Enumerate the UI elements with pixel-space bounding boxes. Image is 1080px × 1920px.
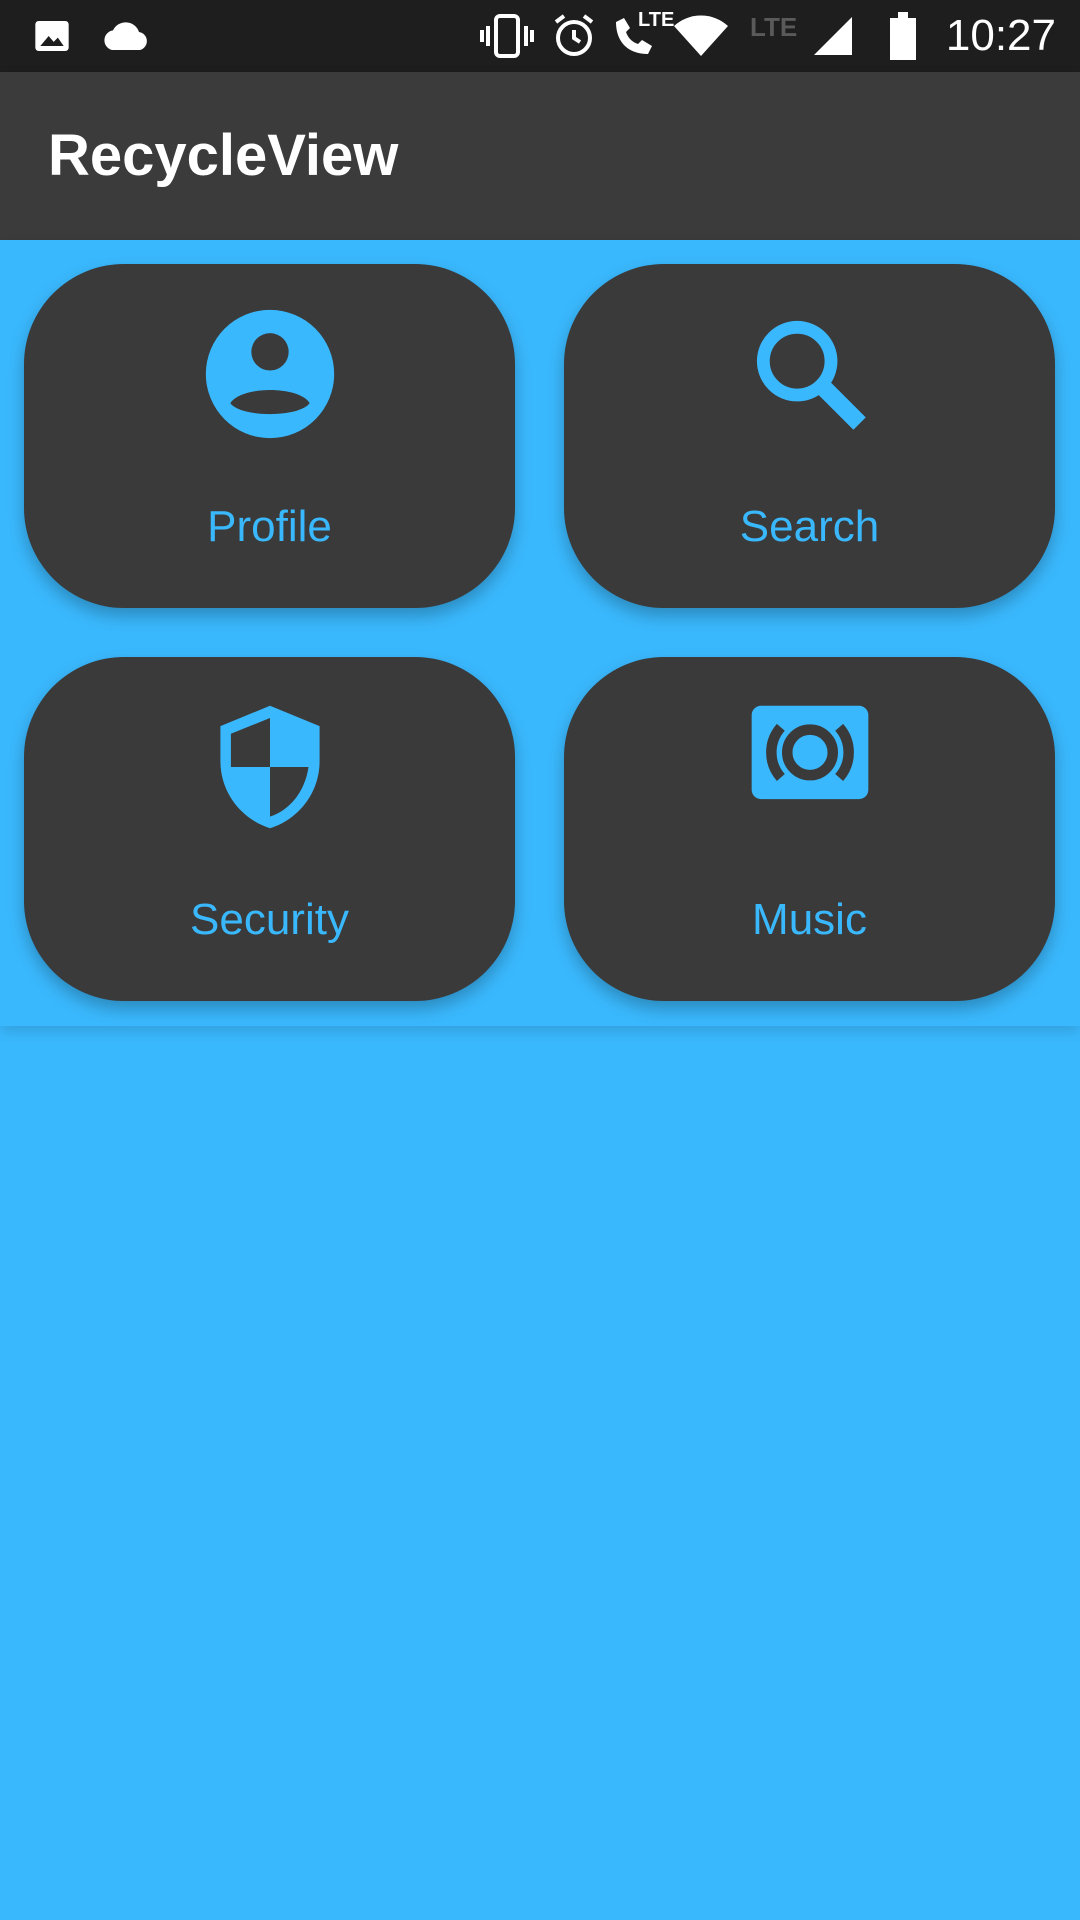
security-shield-icon — [200, 697, 340, 837]
lte-label: LTE — [750, 11, 798, 42]
app-title: RecycleView — [48, 123, 399, 188]
account-circle-icon — [200, 304, 340, 444]
search-icon — [740, 304, 880, 444]
tile-security[interactable]: Security — [24, 657, 515, 1001]
image-icon — [32, 0, 72, 72]
battery-icon — [888, 0, 918, 72]
tile-profile[interactable]: Profile — [24, 264, 515, 608]
wifi-icon — [672, 0, 730, 72]
cloud-icon — [100, 0, 152, 72]
status-time: 10:27 — [945, 11, 1056, 60]
tile-label-profile: Profile — [207, 502, 332, 551]
tile-label-search: Search — [739, 502, 880, 551]
tile-search[interactable]: Search — [564, 264, 1055, 608]
lte-icon: LTE — [750, 0, 797, 72]
lte-call-label: LTE — [638, 9, 675, 31]
lte-call-icon: LTE — [608, 0, 674, 72]
alarm-icon — [550, 0, 598, 72]
signal-icon — [812, 0, 854, 72]
tile-label-music: Music — [752, 895, 867, 944]
status-bar: LTE LTE 10:27 — [0, 0, 1080, 72]
tile-label-security: Security — [190, 895, 349, 944]
vibrate-icon — [480, 0, 534, 72]
tile-grid: Profile Search Security Music — [0, 240, 1080, 1026]
speaker-icon — [740, 697, 880, 837]
app-bar: RecycleView — [0, 72, 1080, 240]
tile-music[interactable]: Music — [564, 657, 1055, 1001]
